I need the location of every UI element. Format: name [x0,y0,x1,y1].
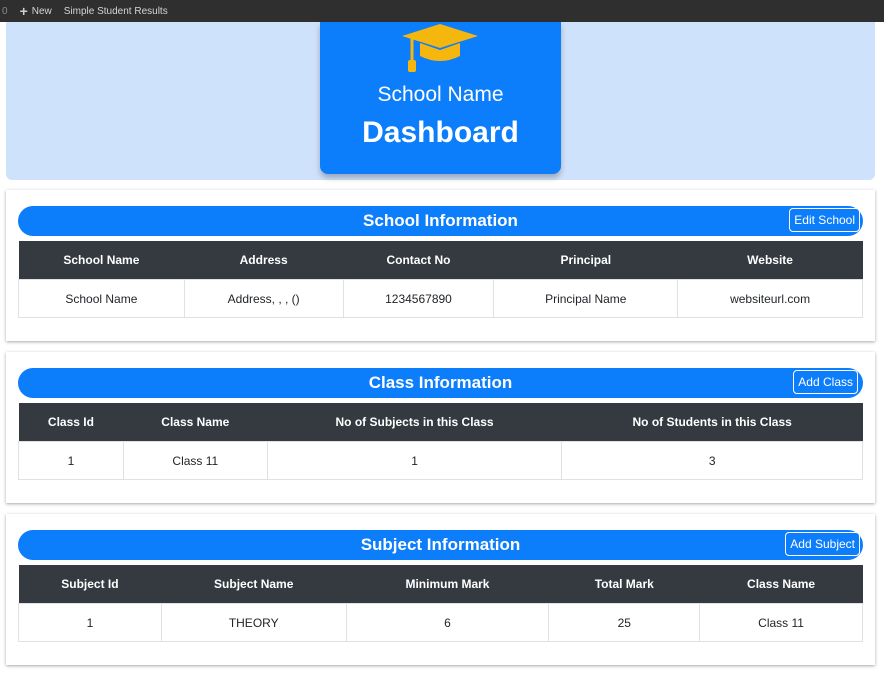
hero-card: School Name Dashboard [320,22,561,174]
edit-school-button[interactable]: Edit School [789,208,860,232]
column-header: Minimum Mark [346,565,549,604]
school-information-title: School Information [363,211,518,230]
table-cell: websiteurl.com [677,279,863,318]
table-cell: Class 11 [699,603,863,642]
column-header: No of Subjects in this Class [267,403,562,442]
plus-icon: + [19,3,28,19]
table-cell: 3 [561,441,863,480]
admin-bar: 0 + New Simple Student Results [0,0,884,22]
page-title: Dashboard [362,116,519,149]
table-cell: Address, , , () [183,279,344,318]
column-header: Subject Id [18,565,162,604]
table-cell: School Name [18,279,185,318]
subject-information-table: Subject Id Subject Name Minimum Mark Tot… [18,565,863,642]
table-header-row: Class Id Class Name No of Subjects in th… [18,403,863,442]
column-header: Subject Name [161,565,347,604]
table-cell: THEORY [160,603,347,642]
add-subject-button[interactable]: Add Subject [785,532,860,556]
table-cell: 1 [18,441,124,480]
table-cell: 1 [18,603,162,642]
table-header-row: Subject Id Subject Name Minimum Mark Tot… [18,565,863,604]
site-title-link[interactable]: Simple Student Results [58,0,174,22]
column-header: Website [677,241,863,280]
table-cell: 1 [266,441,563,480]
subject-information-title: Subject Information [360,535,521,554]
school-information-table: School Name Address Contact No Principal… [18,241,863,318]
column-header: No of Students in this Class [561,403,863,442]
subject-information-panel: Subject Information Add Subject Subject … [6,514,875,665]
class-information-table: Class Id Class Name No of Subjects in th… [18,403,863,480]
new-content-link[interactable]: + New [14,0,58,22]
table-row: 1 Class 11 1 3 [18,441,863,480]
site-title: Simple Student Results [63,5,168,17]
table-cell: 1234567890 [342,279,495,318]
table-header-row: School Name Address Contact No Principal… [18,241,863,280]
comments-link[interactable]: 0 [0,0,14,22]
table-cell: Principal Name [493,279,679,318]
column-header: Contact No [343,241,494,280]
column-header: Principal [493,241,678,280]
comments-count: 0 [2,5,8,17]
subject-information-header: Subject Information Add Subject [18,530,863,560]
class-information-panel: Class Information Add Class Class Id Cla… [6,352,875,503]
school-information-header: School Information Edit School [18,206,863,236]
column-header: School Name [18,241,185,280]
column-header: Class Id [18,403,124,442]
column-header: Total Mark [548,565,700,604]
table-cell: Class 11 [122,441,268,480]
table-row: School Name Address, , , () 1234567890 P… [18,279,863,318]
hero-school-name: School Name [377,83,504,106]
column-header: Address [184,241,344,280]
table-row: 1 THEORY 6 25 Class 11 [18,603,863,642]
table-cell: 25 [548,603,701,642]
table-cell: 6 [345,603,550,642]
column-header: Class Name [123,403,268,442]
new-label: New [31,5,52,17]
class-information-header: Class Information Add Class [18,368,863,398]
school-information-panel: School Information Edit School School Na… [6,190,875,341]
graduation-cap-icon [402,24,478,72]
add-class-button[interactable]: Add Class [793,370,858,394]
column-header: Class Name [699,565,863,604]
page: School Name Dashboard School Information… [0,22,884,673]
class-information-title: Class Information [368,373,513,392]
